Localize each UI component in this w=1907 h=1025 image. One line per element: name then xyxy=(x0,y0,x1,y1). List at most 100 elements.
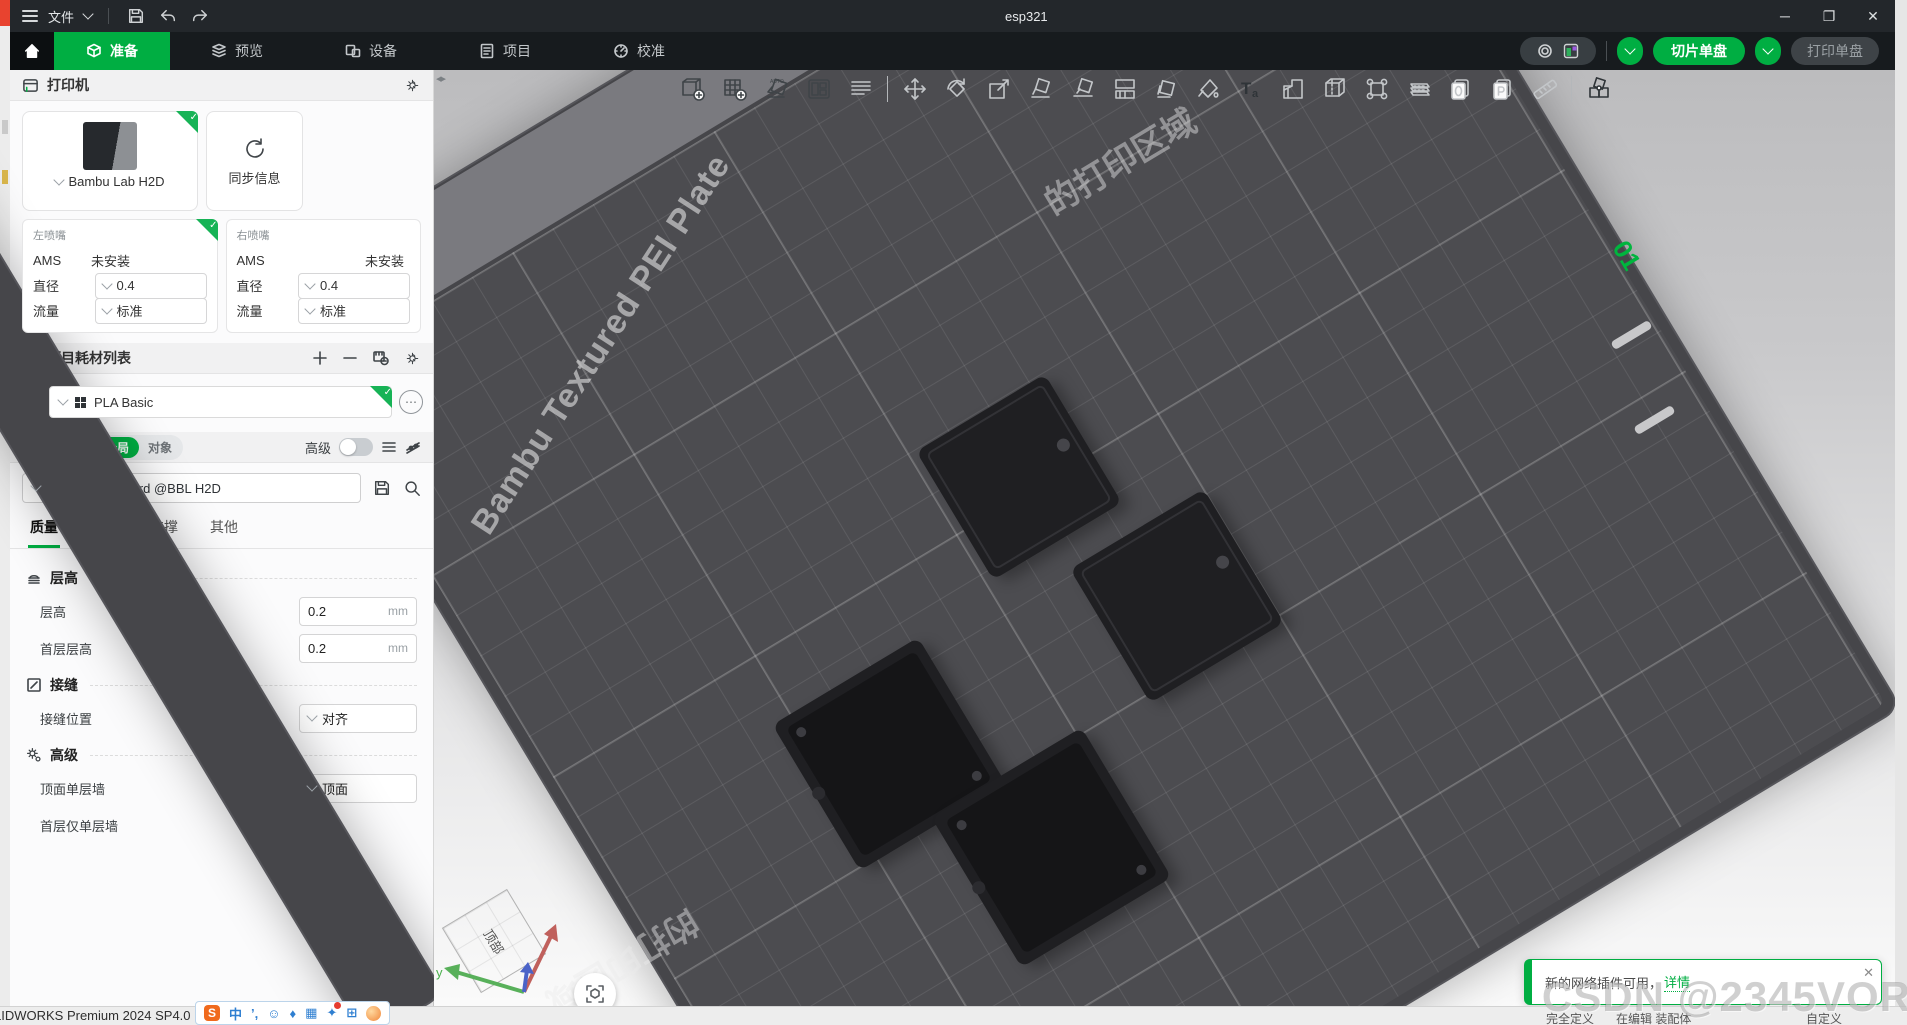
print-dropdown-button[interactable] xyxy=(1755,37,1781,65)
split-to-objects-icon[interactable] xyxy=(1067,73,1098,104)
panel-collapse-handle[interactable]: ◂▸ xyxy=(436,72,446,85)
scope-objects[interactable]: 对象 xyxy=(139,437,181,458)
printer-section-header: 打印机 xyxy=(10,70,433,101)
add-plate-icon[interactable] xyxy=(719,73,750,104)
seam-position-dropdown[interactable]: 对齐 xyxy=(299,703,417,733)
tab-others[interactable]: 其他 xyxy=(208,511,240,548)
first-layer-height-input[interactable]: 0.2 mm xyxy=(299,633,417,663)
layer-height-icon xyxy=(28,574,40,584)
ime-grid-icon[interactable]: ⊞ xyxy=(346,1005,357,1021)
maximize-button[interactable]: ❐ xyxy=(1807,0,1851,32)
slice-plate-button[interactable]: 切片单盘 xyxy=(1653,37,1745,65)
advanced-toggle[interactable] xyxy=(339,438,373,456)
tab-calibration[interactable]: 校准 xyxy=(572,32,706,70)
zero-doc-icon[interactable] xyxy=(1445,73,1476,104)
sync-icon xyxy=(245,137,264,158)
remove-filament-icon[interactable] xyxy=(342,350,358,366)
filament-settings-gear-icon[interactable] xyxy=(404,350,421,367)
sw-status-editing: 在编辑 装配体 xyxy=(1616,1012,1692,1025)
printer-settings-gear-icon[interactable] xyxy=(404,77,421,94)
background-taskbar: LIDWORKS Premium 2024 SP4.0 S 中 ’, ☺ ♦ ▦… xyxy=(0,1001,1907,1025)
search-settings-icon[interactable] xyxy=(403,479,421,497)
close-button[interactable]: ✕ xyxy=(1851,0,1895,32)
measure-ruler-icon[interactable] xyxy=(1529,73,1560,104)
split-window-icon[interactable] xyxy=(803,73,834,104)
redo-icon[interactable] xyxy=(189,5,211,27)
axis-y-label: y xyxy=(436,965,443,980)
tab-prepare[interactable]: 准备 xyxy=(54,32,170,70)
scale-tool-icon[interactable] xyxy=(983,73,1014,104)
screen: LIDWORKS Premium 2024 SP4.0 S 中 ’, ☺ ♦ ▦… xyxy=(0,0,1907,1025)
layer-stack-icon[interactable] xyxy=(1403,73,1434,104)
ime-toolbar[interactable]: S 中 ’, ☺ ♦ ▦ ✦ ⊞ xyxy=(195,1001,391,1025)
variable-list-icon[interactable] xyxy=(845,73,876,104)
setting-row-only-one-wall-first-layer: 首层仅单层墙 xyxy=(40,811,417,839)
ams-mapping-icon[interactable] xyxy=(372,349,390,367)
layer-height-input[interactable]: 0.2 mm xyxy=(299,596,417,626)
ime-punct-icon[interactable]: ’, xyxy=(251,1006,258,1021)
right-flow-dropdown[interactable]: 标准 xyxy=(298,297,410,324)
filament-dropdown[interactable]: PLA Basic xyxy=(49,386,392,418)
home-button[interactable] xyxy=(10,32,54,70)
option-list-icon[interactable] xyxy=(381,439,397,455)
tab-device[interactable]: 设备 xyxy=(304,32,438,70)
auto-arrange-icon[interactable]: AUTO xyxy=(761,73,792,104)
background-app-right-strip xyxy=(1895,0,1907,1025)
selected-check-icon xyxy=(370,386,392,408)
axes-gizmo xyxy=(444,924,558,994)
ime-keyboard-icon[interactable]: ▦ xyxy=(305,1005,317,1021)
color-paint-icon[interactable] xyxy=(1193,73,1224,104)
svg-text:a: a xyxy=(1252,88,1259,100)
ime-emoji-icon[interactable]: ☺ xyxy=(267,1006,280,1021)
left-flow-dropdown[interactable]: 标准 xyxy=(94,297,207,324)
sync-info-button[interactable]: 同步信息 xyxy=(206,111,303,211)
text-tool-icon[interactable]: Ta xyxy=(1235,73,1266,104)
move-tool-icon[interactable] xyxy=(899,73,930,104)
window-title: esp321 xyxy=(1005,8,1048,24)
customize-options-icon[interactable] xyxy=(405,439,421,455)
selected-check-icon xyxy=(176,111,198,133)
toast-close-icon[interactable]: ✕ xyxy=(1863,965,1874,981)
viewport-toolbar: AUTO Ta xyxy=(677,73,1614,104)
slice-dropdown-button[interactable] xyxy=(1617,37,1643,65)
rotate-tool-icon[interactable] xyxy=(941,73,972,104)
support-paint-icon[interactable] xyxy=(1361,73,1392,104)
ime-lang-icon[interactable]: 中 xyxy=(229,1004,242,1023)
save-preset-icon[interactable] xyxy=(373,479,391,497)
split-to-parts-icon[interactable] xyxy=(1109,73,1140,104)
hamburger-menu-icon[interactable] xyxy=(22,10,38,22)
ime-mascot-icon[interactable] xyxy=(366,1005,382,1021)
record-pill[interactable] xyxy=(1520,37,1596,65)
minimize-button[interactable]: ─ xyxy=(1763,0,1807,32)
ime-mic-icon[interactable]: ♦ xyxy=(290,1006,297,1021)
add-object-icon[interactable] xyxy=(677,73,708,104)
undo-icon[interactable] xyxy=(157,5,179,27)
printer-card[interactable]: Bambu Lab H2D xyxy=(22,111,198,211)
file-menu[interactable]: 文件 xyxy=(48,7,74,26)
lay-on-face-icon[interactable] xyxy=(1025,73,1056,104)
add-filament-icon[interactable] xyxy=(312,350,328,366)
filament-more-button[interactable]: ⋯ xyxy=(399,390,423,414)
background-app-left-strip xyxy=(0,0,10,1025)
printer-image xyxy=(83,122,137,170)
side-panel: 打印机 Bambu Lab H2D i 纹理PEI... 同步信息 xyxy=(0,0,446,1025)
file-menu-chevron-icon[interactable] xyxy=(82,8,94,20)
cut-tool-icon[interactable] xyxy=(1319,73,1350,104)
left-diameter-dropdown[interactable]: 0.4 xyxy=(94,272,207,299)
p-doc-icon[interactable] xyxy=(1487,73,1518,104)
toast-details-link[interactable]: 详情 xyxy=(1664,972,1691,992)
tab-preview[interactable]: 预览 xyxy=(170,32,304,70)
right-diameter-dropdown[interactable]: 0.4 xyxy=(298,272,410,299)
sogou-logo-icon[interactable]: S xyxy=(204,1005,220,1021)
zoom-to-fit-button[interactable] xyxy=(574,973,616,1007)
printer-dropdown-chevron-icon[interactable] xyxy=(53,173,66,186)
ime-tool-icon[interactable]: ✦ xyxy=(326,1002,342,1021)
shape-tool-icon[interactable] xyxy=(1277,73,1308,104)
print-plate-button[interactable]: 打印单盘 xyxy=(1791,37,1879,65)
seam-paint-icon[interactable] xyxy=(1151,73,1182,104)
background-logo-sliver xyxy=(0,0,10,26)
viewport-3d[interactable]: ◂▸ Bambu Textured PEI Plate 的打印区域 的打印区域 … xyxy=(434,70,1895,1007)
tab-project[interactable]: 项目 xyxy=(438,32,572,70)
assembly-puzzle-icon[interactable] xyxy=(1583,73,1614,104)
save-icon[interactable] xyxy=(125,5,147,27)
